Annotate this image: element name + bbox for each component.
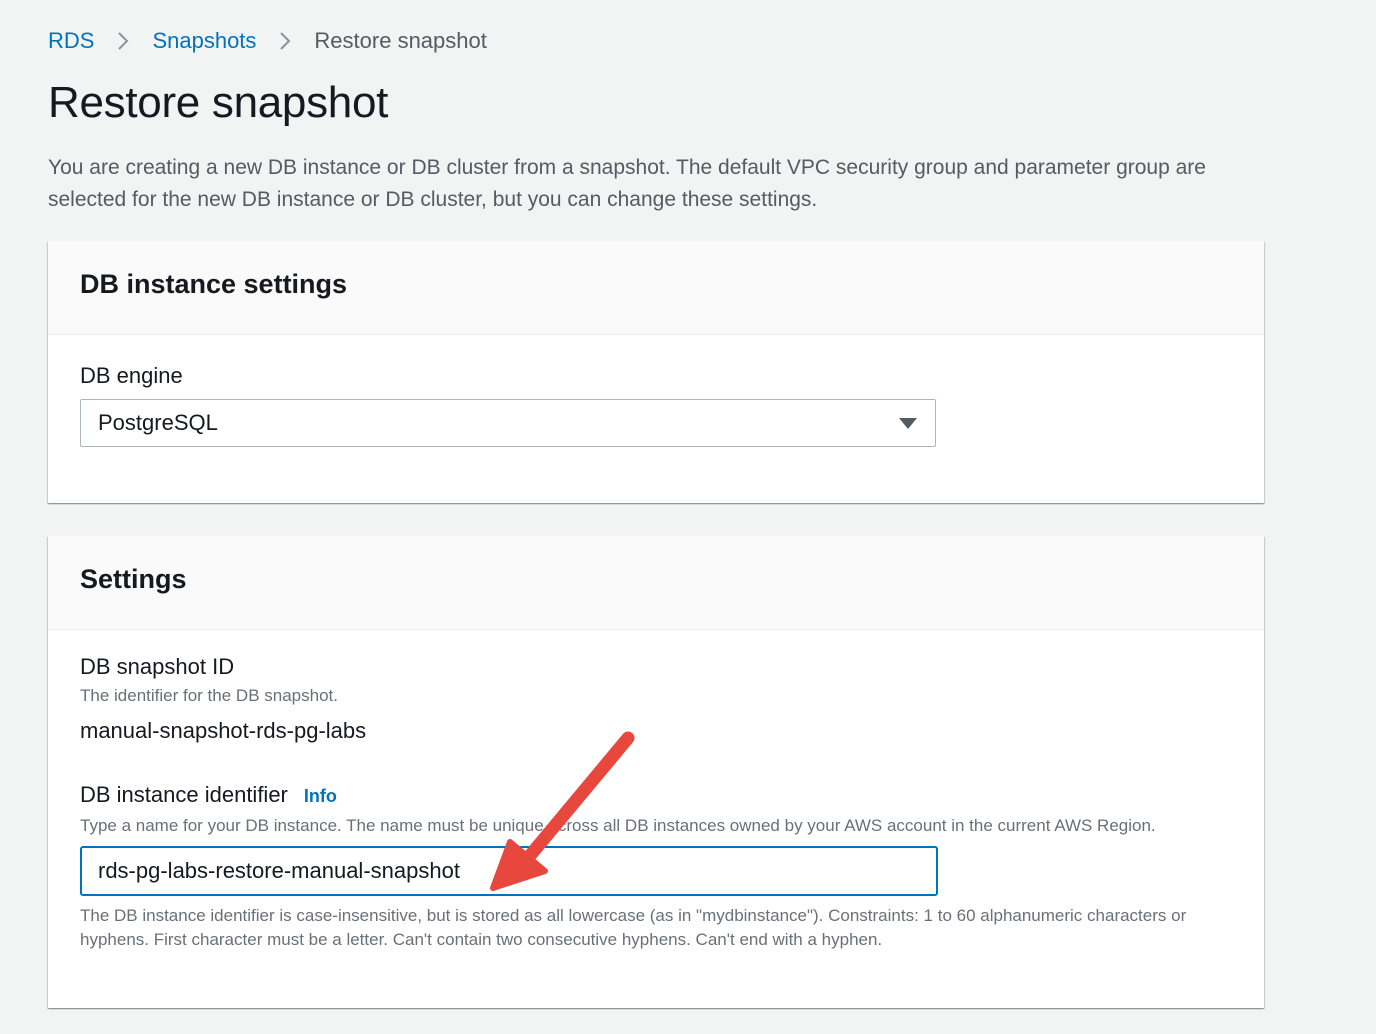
instance-identifier-description: Type a name for your DB instance. The na…	[80, 816, 1156, 835]
db-engine-label: DB engine	[80, 363, 183, 388]
snapshot-id-description: The identifier for the DB snapshot.	[80, 686, 338, 705]
db-instance-settings-heading: DB instance settings	[80, 269, 348, 299]
breadcrumb: RDS Snapshots Restore snapshot	[48, 26, 487, 56]
settings-panel: Settings DB snapshot ID The identifier f…	[48, 536, 1264, 1008]
settings-heading: Settings	[80, 564, 187, 594]
instance-identifier-label: DB instance identifier	[80, 782, 288, 807]
panel-body: DB engine PostgreSQL	[48, 335, 1264, 447]
breadcrumb-current: Restore snapshot	[314, 28, 487, 53]
page-title: Restore snapshot	[48, 78, 389, 127]
db-instance-settings-panel: DB instance settings DB engine PostgreSQ…	[48, 241, 1264, 503]
panel-header: DB instance settings	[48, 241, 1264, 335]
page-description: You are creating a new DB instance or DB…	[48, 156, 1206, 211]
caret-down-icon	[899, 417, 917, 429]
instance-identifier-constraint: The DB instance identifier is case-insen…	[80, 906, 1187, 949]
instance-identifier-label-row: DB instance identifier Info	[80, 782, 1232, 808]
snapshot-id-label: DB snapshot ID	[80, 654, 235, 679]
breadcrumb-snapshots-link[interactable]: Snapshots	[152, 28, 256, 54]
breadcrumb-rds-link[interactable]: RDS	[48, 28, 94, 54]
info-link[interactable]: Info	[304, 786, 337, 807]
panel-body: DB snapshot ID The identifier for the DB…	[48, 630, 1264, 952]
chevron-right-icon	[118, 32, 129, 50]
snapshot-id-value: manual-snapshot-rds-pg-labs	[80, 718, 367, 743]
chevron-right-icon	[280, 32, 291, 50]
instance-identifier-input[interactable]	[80, 846, 938, 896]
panel-header: Settings	[48, 536, 1264, 630]
db-engine-selected-value: PostgreSQL	[98, 410, 218, 435]
db-engine-select[interactable]: PostgreSQL	[80, 399, 936, 447]
